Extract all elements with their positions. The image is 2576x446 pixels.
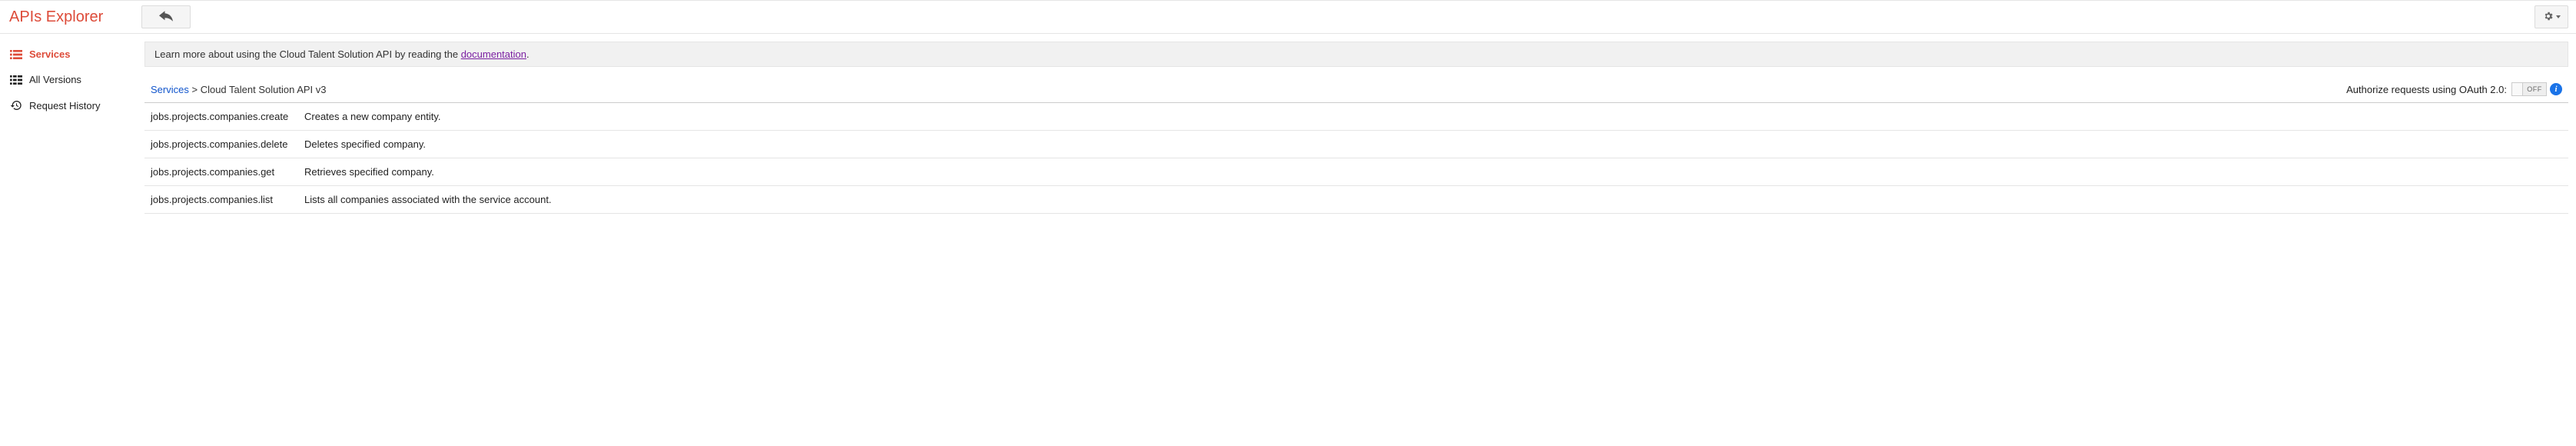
breadcrumb-root-link[interactable]: Services: [151, 84, 189, 95]
grid-icon: [9, 75, 23, 85]
method-row: jobs.projects.companies.create Creates a…: [144, 103, 2568, 131]
main-content: Learn more about using the Cloud Talent …: [140, 34, 2576, 214]
method-name-link[interactable]: jobs.projects.companies.delete: [151, 138, 304, 150]
sidebar-item-label: Request History: [29, 100, 100, 112]
info-icon[interactable]: i: [2550, 83, 2562, 95]
sidebar-item-services[interactable]: Services: [0, 42, 140, 67]
list-icon: [9, 50, 23, 59]
sidebar-item-label: Services: [29, 48, 71, 60]
method-name-link[interactable]: jobs.projects.companies.list: [151, 194, 304, 205]
chevron-down-icon: [2556, 15, 2561, 18]
settings-button[interactable]: [2535, 5, 2568, 28]
breadcrumb-current: Cloud Talent Solution API v3: [201, 84, 327, 95]
info-bar: Learn more about using the Cloud Talent …: [144, 42, 2568, 67]
app-title: APIs Explorer: [6, 8, 137, 26]
sidebar: Services All Versions Request History: [0, 34, 140, 214]
method-row: jobs.projects.companies.delete Deletes s…: [144, 131, 2568, 158]
method-description: Retrieves specified company.: [304, 166, 2562, 178]
breadcrumb: Services > Cloud Talent Solution API v3: [151, 84, 327, 95]
info-text-suffix: .: [526, 48, 529, 60]
gear-icon: [2543, 11, 2554, 24]
history-icon: [9, 99, 23, 112]
back-button[interactable]: [141, 5, 191, 28]
documentation-link[interactable]: documentation: [461, 48, 526, 60]
sidebar-item-label: All Versions: [29, 74, 81, 85]
toggle-knob: [2512, 83, 2523, 95]
oauth-label: Authorize requests using OAuth 2.0:: [2346, 84, 2507, 95]
method-description: Creates a new company entity.: [304, 111, 2562, 122]
oauth-toggle[interactable]: OFF: [2511, 82, 2547, 96]
reply-arrow-icon: [159, 11, 173, 24]
method-description: Lists all companies associated with the …: [304, 194, 2562, 205]
info-text-prefix: Learn more about using the Cloud Talent …: [154, 48, 461, 60]
toggle-state-text: OFF: [2523, 85, 2546, 93]
method-row: jobs.projects.companies.list Lists all c…: [144, 186, 2568, 214]
breadcrumb-row: Services > Cloud Talent Solution API v3 …: [144, 67, 2568, 103]
method-description: Deletes specified company.: [304, 138, 2562, 150]
method-row: jobs.projects.companies.get Retrieves sp…: [144, 158, 2568, 186]
breadcrumb-sep: >: [189, 84, 201, 95]
method-table: jobs.projects.companies.create Creates a…: [144, 103, 2568, 214]
method-name-link[interactable]: jobs.projects.companies.get: [151, 166, 304, 178]
sidebar-item-all-versions[interactable]: All Versions: [0, 67, 140, 92]
header-bar: APIs Explorer: [0, 0, 2576, 34]
sidebar-item-request-history[interactable]: Request History: [0, 92, 140, 118]
method-name-link[interactable]: jobs.projects.companies.create: [151, 111, 304, 122]
